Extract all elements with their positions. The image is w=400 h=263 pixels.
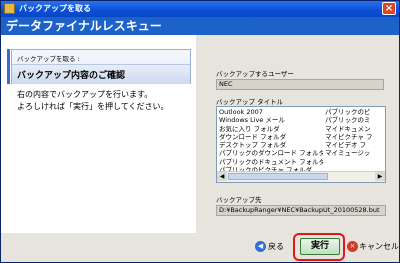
window-title: バックアップを取る bbox=[19, 4, 91, 13]
list-item[interactable]: デスクトップ フォルダ bbox=[219, 141, 323, 149]
list-item[interactable]: Windows Live メール bbox=[219, 116, 323, 124]
list-item[interactable]: パブリックのビ bbox=[325, 108, 385, 116]
backup-title-list[interactable]: Outlook 2007 Windows Live メール お気に入り フォルダ… bbox=[216, 106, 386, 183]
list-item[interactable]: ダウンロード フォルダ bbox=[219, 133, 323, 141]
list-item[interactable]: マイビデオ フ bbox=[325, 141, 385, 149]
section-title-bar: バックアップ内容のご確認 bbox=[12, 64, 190, 84]
destination-label: バックアップ先 bbox=[216, 196, 262, 204]
list-column-2: パブリックのビ パブリックのミ マイドキュメン マイピクチャ フ マイビデオ フ… bbox=[325, 108, 385, 158]
user-label: バックアップするユーザー bbox=[216, 70, 294, 78]
list-item[interactable]: マイピクチャ フ bbox=[325, 133, 385, 141]
app-header: データファイナルレスキュー bbox=[1, 17, 399, 35]
destination-field: D:¥BackupRanger¥NEC¥BackupUt_20100528.bu… bbox=[216, 205, 386, 216]
user-field: NEC bbox=[216, 79, 384, 90]
title-label: バックアップ タイトル bbox=[216, 98, 284, 106]
list-item[interactable]: パブリックのミ bbox=[325, 116, 385, 124]
cancel-icon: × bbox=[347, 241, 358, 252]
step-box: バックアップを取る : バックアップ内容のご確認 bbox=[11, 49, 191, 84]
list-column-1: Outlook 2007 Windows Live メール お気に入り フォルダ… bbox=[219, 108, 323, 174]
scroll-left-icon[interactable]: ◀ bbox=[217, 172, 227, 181]
title-bar[interactable]: バックアップを取る × bbox=[1, 1, 399, 17]
content-area: バックアップを取る : バックアップ内容のご確認 右の内容でバックアップを行いま… bbox=[1, 35, 399, 262]
instruction-text: 右の内容でバックアップを行います。 よろしければ「実行」を押してください。 bbox=[17, 89, 169, 113]
execute-button[interactable]: 実行 bbox=[300, 238, 340, 255]
backup-window: バックアップを取る × データファイナルレスキュー バックアップを取る : バッ… bbox=[0, 0, 400, 263]
back-button[interactable]: ◀ 戻る bbox=[255, 238, 293, 255]
section-title: バックアップ内容のご確認 bbox=[17, 71, 126, 81]
back-label: 戻る bbox=[268, 242, 284, 251]
list-item[interactable]: パブリックのダウンロード フォルダ bbox=[219, 149, 323, 157]
list-item[interactable]: マイドキュメン bbox=[325, 125, 385, 133]
scroll-thumb[interactable] bbox=[228, 173, 328, 180]
list-item[interactable]: お気に入り フォルダ bbox=[219, 125, 323, 133]
step-label: バックアップを取る : bbox=[17, 55, 80, 63]
cancel-label: キャンセル bbox=[359, 242, 399, 251]
back-arrow-icon: ◀ bbox=[255, 241, 266, 252]
instruction-line-2: よろしければ「実行」を押してください。 bbox=[17, 102, 169, 111]
button-bar: ◀ 戻る 実行 × キャンセル bbox=[1, 233, 399, 262]
list-item[interactable]: マイミュージッ bbox=[325, 149, 385, 157]
app-icon bbox=[4, 3, 15, 14]
scroll-right-icon[interactable]: ▶ bbox=[375, 172, 385, 181]
right-panel: バックアップするユーザー NEC バックアップ タイトル Outlook 200… bbox=[196, 35, 399, 233]
close-button[interactable]: × bbox=[382, 2, 396, 15]
accent-bar bbox=[7, 49, 10, 84]
horizontal-scrollbar[interactable]: ◀ ▶ bbox=[217, 171, 385, 182]
left-panel: バックアップを取る : バックアップ内容のご確認 右の内容でバックアップを行いま… bbox=[3, 37, 195, 227]
list-item[interactable]: パブリックのドキュメント フォルダ bbox=[219, 158, 323, 166]
app-header-title: データファイナルレスキュー bbox=[6, 19, 162, 33]
list-item[interactable]: Outlook 2007 bbox=[219, 108, 323, 116]
instruction-line-1: 右の内容でバックアップを行います。 bbox=[17, 90, 153, 99]
cancel-button[interactable]: × キャンセル bbox=[347, 238, 399, 255]
